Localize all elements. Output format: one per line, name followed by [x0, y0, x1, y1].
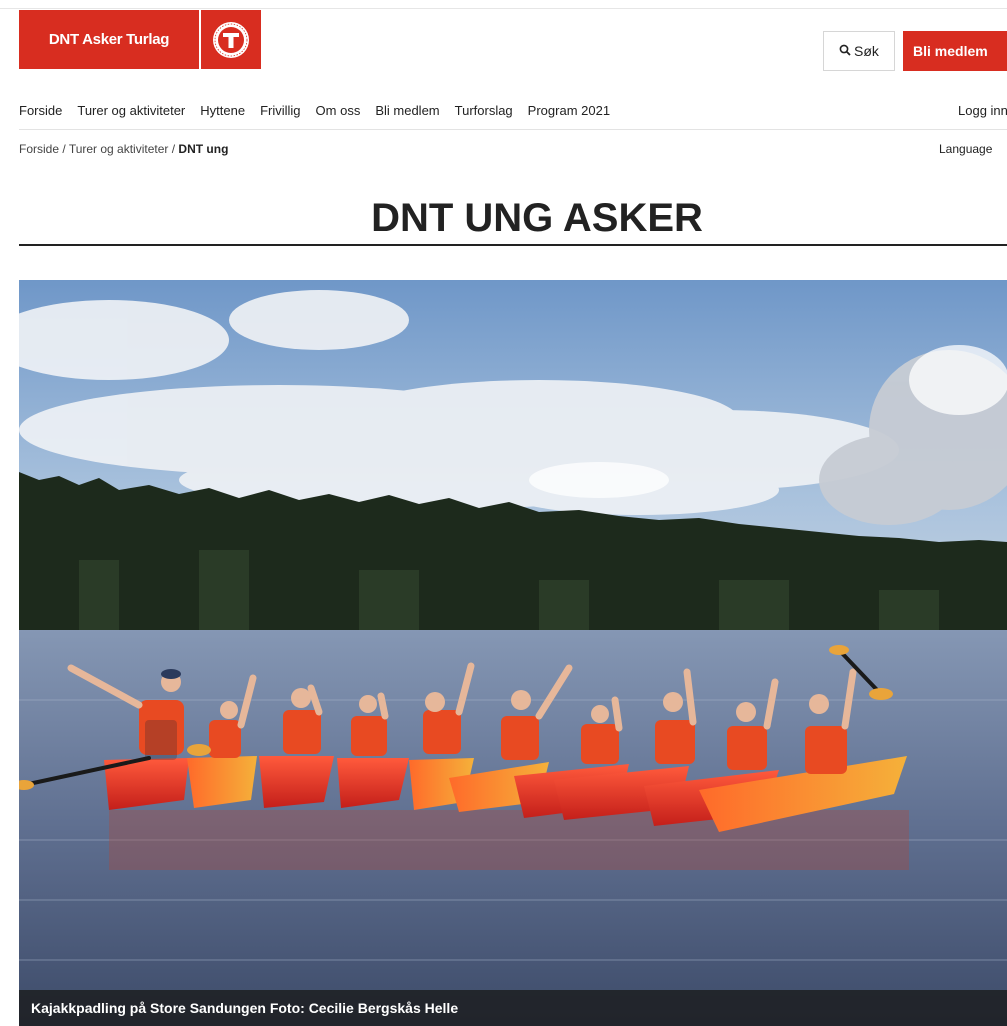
nav-item-frivillig[interactable]: Frivillig: [260, 103, 300, 118]
nav-item-hyttene[interactable]: Hyttene: [200, 103, 245, 118]
title-underline: [19, 244, 1007, 246]
main-nav: Forside Turer og aktiviteter Hyttene Fri…: [19, 103, 625, 118]
nav-item-om-oss[interactable]: Om oss: [316, 103, 361, 118]
nav-item-turforslag[interactable]: Turforslag: [455, 103, 513, 118]
nav-item-program-2021[interactable]: Program 2021: [528, 103, 610, 118]
hero-caption: Kajakkpadling på Store Sandungen Foto: C…: [19, 990, 1007, 1026]
search-button[interactable]: Søk: [823, 31, 895, 71]
hero-image: Kajakkpadling på Store Sandungen Foto: C…: [19, 280, 1007, 1026]
dnt-t-badge-icon: [201, 10, 261, 69]
page-title: DNT UNG ASKER: [371, 196, 703, 240]
breadcrumb-current: DNT ung: [178, 142, 229, 156]
nav-item-forside[interactable]: Forside: [19, 103, 62, 118]
become-member-button[interactable]: Bli medlem: [903, 31, 1007, 71]
breadcrumb-item-turer[interactable]: Turer og aktiviteter: [69, 142, 169, 156]
nav-divider: [19, 129, 1007, 130]
login-link[interactable]: Logg inn: [958, 103, 1007, 118]
search-icon: [839, 43, 851, 59]
breadcrumb-item-forside[interactable]: Forside: [19, 142, 59, 156]
nav-item-turer-og-aktiviteter[interactable]: Turer og aktiviteter: [77, 103, 185, 118]
hero-photo: [19, 280, 1007, 1026]
nav-item-bli-medlem[interactable]: Bli medlem: [375, 103, 439, 118]
logo-text: DNT Asker Turlag: [19, 10, 199, 69]
site-logo[interactable]: DNT Asker Turlag: [19, 10, 261, 69]
breadcrumb: Forside / Turer og aktiviteter / DNT ung: [19, 142, 228, 156]
language-selector[interactable]: Language: [939, 142, 992, 156]
search-label: Søk: [854, 43, 879, 59]
top-divider: [0, 8, 1007, 9]
